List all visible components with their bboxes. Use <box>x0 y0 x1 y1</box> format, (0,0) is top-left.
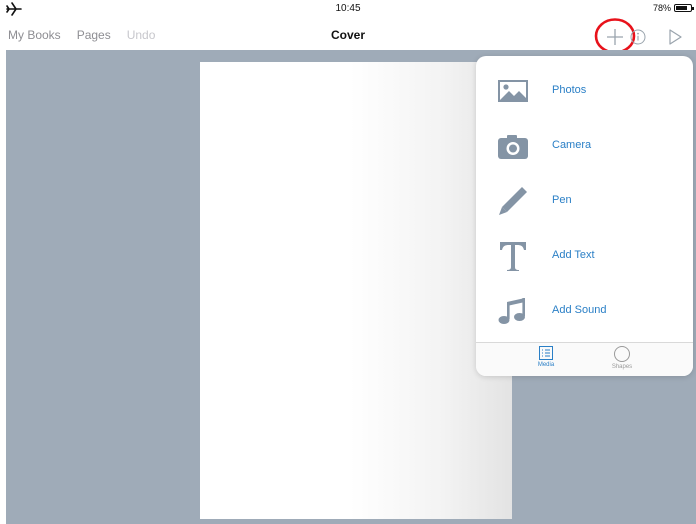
tab-media-label: Media <box>537 362 555 368</box>
pen-label: Pen <box>552 194 572 206</box>
navigation-bar: My Books Pages Undo Cover <box>0 18 696 54</box>
add-sound-label: Add Sound <box>552 304 607 316</box>
tab-media[interactable]: Media <box>516 345 576 376</box>
pen-menu-item[interactable]: Pen <box>476 174 693 228</box>
tab-shapes-label: Shapes <box>611 364 633 370</box>
text-icon <box>500 242 526 271</box>
battery-icon <box>674 4 694 12</box>
play-icon[interactable] <box>664 26 686 48</box>
battery-indicator: 78% <box>652 3 694 13</box>
camera-icon <box>498 135 528 159</box>
undo-button[interactable]: Undo <box>127 28 156 42</box>
add-text-menu-item[interactable]: Add Text <box>476 229 693 283</box>
photos-label: Photos <box>552 84 587 96</box>
info-icon[interactable] <box>627 26 649 48</box>
my-books-button[interactable]: My Books <box>8 28 61 42</box>
plus-icon[interactable] <box>604 26 626 48</box>
photos-icon <box>498 80 528 102</box>
popover-tab-bar: Media Shapes <box>476 342 693 376</box>
pages-button[interactable]: Pages <box>77 28 111 42</box>
tab-shapes[interactable]: Shapes <box>592 345 652 376</box>
add-media-popover: Photos Camera Pen Add Text Add Sound Med… <box>476 56 693 376</box>
add-text-label: Add Text <box>552 249 595 261</box>
book-page[interactable] <box>200 62 512 519</box>
camera-label: Camera <box>552 139 592 151</box>
battery-percent: 78% <box>652 3 671 13</box>
status-time: 10:45 <box>335 3 361 14</box>
circle-icon <box>614 346 630 362</box>
status-bar: 10:45 78% <box>0 0 696 18</box>
list-icon <box>539 346 553 360</box>
music-note-icon <box>498 298 525 324</box>
photos-menu-item[interactable]: Photos <box>476 64 693 118</box>
add-sound-menu-item[interactable]: Add Sound <box>476 284 693 338</box>
camera-menu-item[interactable]: Camera <box>476 119 693 173</box>
pen-icon <box>499 187 527 215</box>
